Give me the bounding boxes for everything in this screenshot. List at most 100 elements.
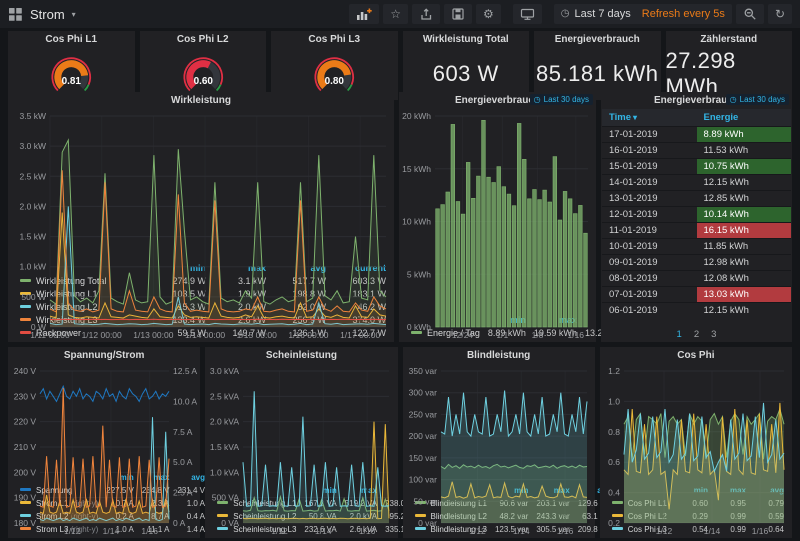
svg-text:2.5 A: 2.5 A <box>173 488 193 498</box>
dashboard-grid-icon[interactable] <box>8 7 23 22</box>
svg-text:15 kWh: 15 kWh <box>402 164 431 174</box>
panel-title[interactable]: Scheinleistung <box>266 350 337 361</box>
energieverbrauch_chart-svg: 12/24 1/1 1/8 1/16 20 kWh 15 kWh 10 kWh 5 kWh 0 … <box>402 111 588 340</box>
svg-text:1/13 00:00: 1/13 00:00 <box>133 330 173 340</box>
pagination-page-2[interactable]: 2 <box>694 329 699 340</box>
table-column-energie[interactable]: Energie <box>696 109 791 127</box>
table-cell-date: 08-01-2019 <box>602 270 697 287</box>
navbar: Strom ▾ ☆ ⚙ ◷ Last 7 days Refresh every … <box>0 0 800 28</box>
svg-text:2.5 kVA: 2.5 kVA <box>210 391 239 401</box>
panel-title[interactable]: Cos Phi L3 <box>308 34 360 45</box>
table-row: 11-01-2019 16.15 kWh <box>602 222 791 239</box>
spannung-strom-chart[interactable]: 1/12 1/14 1/16 240 V 230 V 220 V 210 V 200 V 190… <box>8 364 200 536</box>
panel-energieverbrauch-bars: Energieverbrauch ◷ Last 30 days 12/24 1/1 1… <box>399 92 628 342</box>
svg-text:1/16: 1/16 <box>359 526 376 536</box>
panel-title[interactable]: Zählerstand <box>700 34 757 45</box>
svg-text:200 var: 200 var <box>408 431 437 441</box>
svg-text:1.5 kW: 1.5 kW <box>20 232 46 242</box>
table-cell-energie: 12.15 kWh <box>696 302 791 319</box>
zoom-out-button[interactable] <box>735 4 764 24</box>
star-button[interactable]: ☆ <box>383 4 409 24</box>
table-cell-date: 16-01-2019 <box>602 142 697 159</box>
chevron-down-icon[interactable]: ▾ <box>72 10 76 19</box>
time-range-picker[interactable]: ◷ Last 7 days Refresh every 5s <box>553 4 732 24</box>
sort-caret-icon: ▾ <box>633 113 638 122</box>
dashboard-title[interactable]: Strom <box>30 7 65 22</box>
panel-title[interactable]: Wirkleistung Total <box>423 34 509 45</box>
grafana-dashboard: Strom ▾ ☆ ⚙ ◷ Last 7 days Refresh every … <box>0 0 800 541</box>
svg-text:1/16: 1/16 <box>141 526 158 536</box>
svg-text:50 var: 50 var <box>413 496 437 506</box>
panel-title[interactable]: Cos Phi <box>677 350 714 361</box>
clock-icon: ◷ <box>729 94 737 104</box>
svg-text:0.81: 0.81 <box>62 76 82 87</box>
table-row: 10-01-2019 11.85 kWh <box>602 238 791 255</box>
panel-title[interactable]: Cos Phi L2 <box>177 34 229 45</box>
refresh-interval-label: Refresh every 5s <box>641 8 725 20</box>
svg-text:1/1: 1/1 <box>496 330 508 340</box>
table-row: 13-01-2019 12.85 kWh <box>602 190 791 207</box>
tv-mode-button[interactable] <box>512 4 542 24</box>
table-cell-date: 06-01-2019 <box>602 302 697 319</box>
svg-text:3.5 kW: 3.5 kW <box>20 111 46 121</box>
table-cell-date: 13-01-2019 <box>602 190 697 207</box>
svg-text:1/12 00:00: 1/12 00:00 <box>82 330 122 340</box>
panel-cosphi-l1-gauge: Cos Phi L1 0.81 <box>8 31 135 100</box>
scheinleistung-chart[interactable]: 1/12 1/14 1/16 3.0 kVA 2.5 kVA 2.0 kVA 1.5 kVA… <box>205 364 397 536</box>
table-cell-date: 15-01-2019 <box>602 158 697 175</box>
refresh-button[interactable]: ↻ <box>767 4 792 24</box>
table-cell-energie: 13.03 kWh <box>696 286 791 303</box>
panel-title[interactable]: Spannung/Strom <box>64 350 145 361</box>
table-cell-energie: 11.85 kWh <box>696 238 791 255</box>
svg-text:20 kWh: 20 kWh <box>402 111 431 121</box>
svg-text:0 var: 0 var <box>418 518 437 528</box>
save-button[interactable] <box>444 4 473 24</box>
table-cell-energie: 10.75 kWh <box>696 158 791 175</box>
panel-title[interactable]: Energieverbrauch <box>555 34 640 45</box>
pagination-page-1[interactable]: 1 <box>677 329 682 340</box>
settings-button[interactable]: ⚙ <box>476 4 501 24</box>
magnifier-zoom-out-icon <box>744 8 756 20</box>
pagination-page-3[interactable]: 3 <box>711 329 716 340</box>
svg-text:250 var: 250 var <box>408 409 437 419</box>
svg-text:1/16 00:00: 1/16 00:00 <box>288 330 328 340</box>
table-cell-energie: 8.89 kWh <box>696 126 791 143</box>
table-cell-energie: 12.15 kWh <box>696 174 791 191</box>
svg-text:1/14 00:00: 1/14 00:00 <box>185 330 225 340</box>
time-badge-label: Last 30 days <box>739 95 785 104</box>
svg-text:100 var: 100 var <box>408 475 437 485</box>
table-column-time[interactable]: Time ▾ <box>602 109 697 127</box>
panel-wirkleistung-chart: Wirkleistung 1/11 00:00 1/12 00:00 1/13 00… <box>8 92 394 342</box>
table-cell-date: 11-01-2019 <box>602 222 697 239</box>
cosphi-chart[interactable]: 1/12 1/14 1/16 1.2 1.0 0.8 0.6 0.4 0.2 <box>600 364 792 536</box>
svg-text:1/14: 1/14 <box>315 526 332 536</box>
panel-cosphi: Cos Phi 1/12 1/14 1/16 1.2 1.0 0.8 0.6 0.4 0.2 m… <box>599 347 792 538</box>
svg-text:0.6: 0.6 <box>608 457 620 467</box>
add-panel-button[interactable] <box>349 4 380 24</box>
share-button[interactable] <box>412 4 441 24</box>
wirkleistung-chart[interactable]: 1/11 00:00 1/12 00:00 1/13 00:00 1/14 00:00… <box>8 109 394 340</box>
svg-text:240 V: 240 V <box>14 366 37 376</box>
bar-chart-add-icon <box>357 8 372 20</box>
svg-text:0.60: 0.60 <box>193 76 213 87</box>
panel-energieverbrauch-stat: Energieverbrauch 85.181 kWh <box>534 31 661 100</box>
scheinleistung-svg: 1/12 1/14 1/16 3.0 kVA 2.5 kVA 2.0 kVA 1.5 kVA… <box>210 366 390 536</box>
svg-text:1/14: 1/14 <box>513 526 530 536</box>
panel-title[interactable]: Energieverbrauch <box>455 95 540 106</box>
svg-text:1/14: 1/14 <box>103 526 120 536</box>
blindleistung-chart[interactable]: 1/12 1/14 1/16 350 var 300 var 250 var 200 var… <box>403 364 595 536</box>
refresh-icon: ↻ <box>774 7 785 21</box>
svg-text:180 V: 180 V <box>14 518 37 528</box>
panel-title[interactable]: Blindleistung <box>467 350 530 361</box>
svg-text:1/12: 1/12 <box>271 526 288 536</box>
table-row: 14-01-2019 12.15 kWh <box>602 174 791 191</box>
svg-text:1/8: 1/8 <box>532 330 544 340</box>
energieverbrauch-bar-chart[interactable]: 12/24 1/1 1/8 1/16 20 kWh 15 kWh 10 kWh 5 kWh 0 … <box>399 109 596 340</box>
panel-title[interactable]: Wirkleistung <box>171 95 231 106</box>
table-cell-date: 14-01-2019 <box>602 174 697 191</box>
table-row: 16-01-2019 11.53 kWh <box>602 142 791 159</box>
svg-text:0.8: 0.8 <box>608 427 620 437</box>
svg-text:0.2: 0.2 <box>608 518 620 528</box>
panel-title[interactable]: Cos Phi L1 <box>45 34 97 45</box>
svg-text:1/16: 1/16 <box>567 330 584 340</box>
